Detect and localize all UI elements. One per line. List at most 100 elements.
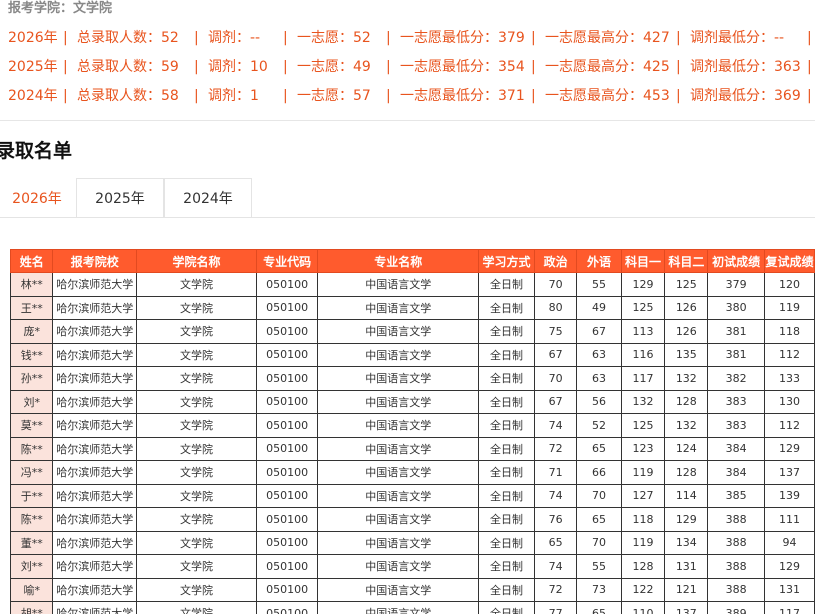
- separator: |: [807, 88, 812, 104]
- cell-retest-score: 130: [763, 389, 815, 414]
- separator: |: [531, 59, 536, 75]
- separator: |: [283, 30, 288, 46]
- cell-major-code: 050100: [255, 460, 319, 485]
- stat-year: 2024年: [8, 88, 58, 104]
- cell-major-code: 050100: [255, 413, 319, 438]
- cell-college: 文学院: [136, 460, 257, 485]
- cell-subject-2: 132: [664, 366, 709, 391]
- stat-total: 总录取人数：52: [77, 30, 179, 46]
- cell-subject-2: 131: [664, 554, 709, 579]
- table-row: 王** 哈尔滨师范大学 文学院 050100 中国语言文学 全日制 80 49 125 126 38…: [9, 295, 815, 320]
- separator: |: [531, 88, 536, 104]
- cell-foreign-language: 56: [576, 389, 622, 414]
- table-row: 孙** 哈尔滨师范大学 文学院 050100 中国语言文学 全日制 70 63 117 132 38…: [9, 366, 815, 391]
- header-foreign-language: 外语: [576, 249, 622, 273]
- cell-college: 文学院: [136, 342, 257, 367]
- cell-politics: 74: [533, 554, 578, 579]
- table-row: 陈** 哈尔滨师范大学 文学院 050100 中国语言文学 全日制 72 65 123 124 38…: [9, 436, 815, 461]
- cell-name: 陈**: [9, 436, 54, 461]
- cell-subject-2: 128: [664, 389, 709, 414]
- cell-study-mode: 全日制: [478, 601, 535, 614]
- stat-adjust-min: 调剂最低分：369: [690, 88, 801, 104]
- cell-name: 喻*: [9, 577, 54, 602]
- table-body: 林** 哈尔滨师范大学 文学院 050100 中国语言文学 全日制 70 55 129 125 37…: [9, 272, 815, 614]
- stat-row-2025: 2025年 | 总录取人数：59 | 调剂：10 | 一志愿：49 | 一志愿最…: [8, 57, 815, 86]
- cell-foreign-language: 49: [576, 295, 622, 320]
- cell-foreign-language: 55: [576, 272, 622, 297]
- cell-major-code: 050100: [255, 554, 319, 579]
- cell-major-code: 050100: [255, 366, 319, 391]
- cell-foreign-language: 63: [576, 342, 622, 367]
- cell-subject-2: 126: [664, 295, 709, 320]
- cell-initial-score: 381: [707, 319, 765, 344]
- cell-college: 文学院: [136, 483, 257, 508]
- table-row: 钱** 哈尔滨师范大学 文学院 050100 中国语言文学 全日制 67 63 116 135 38…: [9, 342, 815, 367]
- cell-initial-score: 388: [707, 577, 765, 602]
- header-initial-score: 初试成绩: [707, 249, 765, 273]
- stat-first-max: 一志愿最高分：425: [545, 59, 670, 75]
- cell-university: 哈尔滨师范大学: [52, 389, 138, 414]
- cell-politics: 72: [533, 577, 578, 602]
- cell-college: 文学院: [136, 577, 257, 602]
- separator: |: [194, 88, 199, 104]
- cell-initial-score: 379: [707, 272, 765, 297]
- cell-initial-score: 385: [707, 483, 765, 508]
- cell-politics: 71: [533, 460, 578, 485]
- cell-foreign-language: 70: [576, 483, 622, 508]
- cell-retest-score: 118: [763, 319, 815, 344]
- header-subject-1: 科目一: [620, 249, 666, 273]
- cell-retest-score: 111: [763, 507, 815, 532]
- separator: |: [194, 30, 199, 46]
- cell-retest-score: 137: [763, 460, 815, 485]
- cell-subject-1: 116: [620, 342, 666, 367]
- cell-subject-1: 119: [620, 530, 666, 555]
- table-row: 喻* 哈尔滨师范大学 文学院 050100 中国语言文学 全日制 72 73 122 121 388…: [9, 577, 815, 602]
- stat-adjust: 调剂：--: [208, 30, 261, 46]
- cell-university: 哈尔滨师范大学: [52, 483, 138, 508]
- cell-university: 哈尔滨师范大学: [52, 413, 138, 438]
- tab-2024[interactable]: 2024年: [164, 178, 252, 218]
- tab-2025[interactable]: 2025年: [76, 178, 164, 218]
- cell-major-name: 中国语言文学: [317, 530, 480, 555]
- cell-subject-1: 129: [620, 272, 666, 297]
- stat-first: 一志愿：52: [297, 30, 371, 46]
- table-header-row: 姓名 报考院校 学院名称 专业代码 专业名称 学习方式 政治 外语 科目一 科目…: [9, 249, 815, 273]
- cell-major-name: 中国语言文学: [317, 577, 480, 602]
- cell-college: 文学院: [136, 272, 257, 297]
- cell-subject-1: 128: [620, 554, 666, 579]
- cell-foreign-language: 65: [576, 436, 622, 461]
- cell-study-mode: 全日制: [478, 507, 535, 532]
- cell-college: 文学院: [136, 389, 257, 414]
- cell-subject-2: 124: [664, 436, 709, 461]
- tab-2026[interactable]: 2026年: [0, 178, 76, 218]
- admission-stats: 2026年 | 总录取人数：52 | 调剂：-- | 一志愿：52 | 一志愿最…: [8, 28, 815, 115]
- cell-subject-1: 117: [620, 366, 666, 391]
- separator: |: [63, 30, 68, 46]
- cell-name: 孙**: [9, 366, 54, 391]
- cell-politics: 77: [533, 601, 578, 614]
- cell-college: 文学院: [136, 530, 257, 555]
- cell-subject-1: 125: [620, 413, 666, 438]
- cell-major-code: 050100: [255, 389, 319, 414]
- cell-college: 文学院: [136, 507, 257, 532]
- cell-subject-2: 126: [664, 319, 709, 344]
- table-row: 冯** 哈尔滨师范大学 文学院 050100 中国语言文学 全日制 71 66 119 128 38…: [9, 460, 815, 485]
- cell-major-code: 050100: [255, 601, 319, 614]
- cell-university: 哈尔滨师范大学: [52, 319, 138, 344]
- header-major-name: 专业名称: [317, 249, 480, 273]
- cell-retest-score: 94: [763, 530, 815, 555]
- cell-subject-2: 121: [664, 577, 709, 602]
- stat-adjust-min: 调剂最低分：--: [690, 30, 785, 46]
- cell-major-code: 050100: [255, 342, 319, 367]
- cell-foreign-language: 67: [576, 319, 622, 344]
- table-row: 莫** 哈尔滨师范大学 文学院 050100 中国语言文学 全日制 74 52 125 132 38…: [9, 413, 815, 438]
- cell-university: 哈尔滨师范大学: [52, 272, 138, 297]
- separator: |: [283, 88, 288, 104]
- cell-retest-score: 139: [763, 483, 815, 508]
- stat-first-max: 一志愿最高分：453: [545, 88, 670, 104]
- cell-major-code: 050100: [255, 272, 319, 297]
- cell-college: 文学院: [136, 366, 257, 391]
- separator: |: [386, 59, 391, 75]
- cell-university: 哈尔滨师范大学: [52, 530, 138, 555]
- cell-initial-score: 384: [707, 460, 765, 485]
